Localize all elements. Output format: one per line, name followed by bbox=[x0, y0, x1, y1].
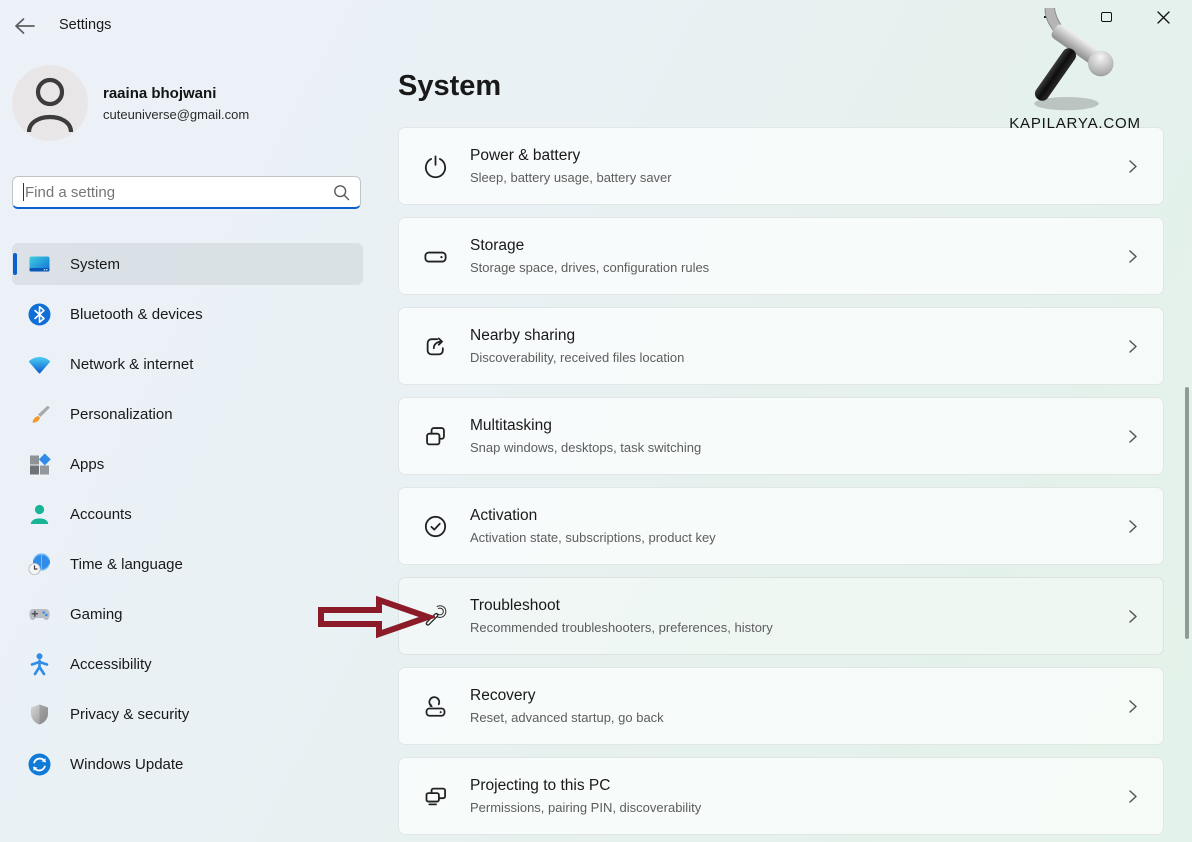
close-icon bbox=[1157, 11, 1170, 24]
setting-row-storage[interactable]: Storage Storage space, drives, configura… bbox=[398, 217, 1164, 295]
power-icon bbox=[422, 153, 449, 180]
troubleshoot-icon bbox=[422, 603, 449, 630]
accounts-icon bbox=[27, 502, 52, 527]
personalization-icon bbox=[27, 402, 52, 427]
sidebar-item-label: Personalization bbox=[70, 406, 173, 423]
minimize-button[interactable] bbox=[1021, 0, 1078, 34]
back-button[interactable] bbox=[13, 16, 37, 36]
setting-title: Activation bbox=[470, 507, 1124, 525]
account-email: cuteuniverse@gmail.com bbox=[103, 107, 249, 122]
maximize-button[interactable] bbox=[1078, 0, 1135, 34]
text-caret bbox=[23, 183, 24, 201]
setting-subtitle: Storage space, drives, configuration rul… bbox=[470, 260, 1124, 275]
chevron-right-icon bbox=[1124, 518, 1141, 535]
close-button[interactable] bbox=[1135, 0, 1192, 34]
chevron-right-icon bbox=[1124, 428, 1141, 445]
account-name: raaina bhojwani bbox=[103, 85, 249, 102]
sidebar-item-apps[interactable]: Apps bbox=[12, 443, 363, 485]
setting-title: Recovery bbox=[470, 687, 1124, 705]
scrollbar-thumb[interactable] bbox=[1185, 387, 1189, 639]
sidebar-item-privacy-security[interactable]: Privacy & security bbox=[12, 693, 363, 735]
selected-indicator bbox=[13, 253, 17, 275]
setting-row-troubleshoot[interactable]: Troubleshoot Recommended troubleshooters… bbox=[398, 577, 1164, 655]
page-title: System bbox=[398, 70, 501, 103]
setting-row-activation[interactable]: Activation Activation state, subscriptio… bbox=[398, 487, 1164, 565]
sidebar-item-label: Accessibility bbox=[70, 656, 152, 673]
chevron-right-icon bbox=[1124, 338, 1141, 355]
maximize-icon bbox=[1101, 12, 1112, 23]
chevron-right-icon bbox=[1124, 248, 1141, 265]
multitasking-icon bbox=[422, 423, 449, 450]
minimize-icon bbox=[1044, 16, 1055, 17]
sidebar-item-personalization[interactable]: Personalization bbox=[12, 393, 363, 435]
setting-title: Troubleshoot bbox=[470, 597, 1124, 615]
account-section[interactable]: raaina bhojwani cuteuniverse@gmail.com bbox=[12, 65, 249, 141]
sidebar-item-label: Accounts bbox=[70, 506, 132, 523]
sidebar-item-system[interactable]: System bbox=[12, 243, 363, 285]
setting-title: Storage bbox=[470, 237, 1124, 255]
setting-title: Multitasking bbox=[470, 417, 1124, 435]
setting-title: Nearby sharing bbox=[470, 327, 1124, 345]
gaming-icon bbox=[27, 602, 52, 627]
sidebar-item-label: Windows Update bbox=[70, 756, 183, 773]
sidebar-item-label: Time & language bbox=[70, 556, 183, 573]
back-arrow-icon bbox=[13, 16, 37, 36]
setting-row-nearby-sharing[interactable]: Nearby sharing Discoverability, received… bbox=[398, 307, 1164, 385]
setting-subtitle: Sleep, battery usage, battery saver bbox=[470, 170, 1124, 185]
setting-subtitle: Activation state, subscriptions, product… bbox=[470, 530, 1124, 545]
setting-subtitle: Permissions, pairing PIN, discoverabilit… bbox=[470, 800, 1124, 815]
search-input[interactable] bbox=[25, 184, 333, 201]
chevron-right-icon bbox=[1124, 608, 1141, 625]
setting-subtitle: Recommended troubleshooters, preferences… bbox=[470, 620, 1124, 635]
sidebar-item-time-language[interactable]: Time & language bbox=[12, 543, 363, 585]
apps-icon bbox=[27, 452, 52, 477]
search-icon bbox=[333, 184, 350, 201]
chevron-right-icon bbox=[1124, 788, 1141, 805]
time-language-icon bbox=[27, 552, 52, 577]
nearby-sharing-icon bbox=[422, 333, 449, 360]
setting-subtitle: Discoverability, received files location bbox=[470, 350, 1124, 365]
setting-row-recovery[interactable]: Recovery Reset, advanced startup, go bac… bbox=[398, 667, 1164, 745]
sidebar-item-network-internet[interactable]: Network & internet bbox=[12, 343, 363, 385]
setting-row-power-battery[interactable]: Power & battery Sleep, battery usage, ba… bbox=[398, 127, 1164, 205]
setting-subtitle: Snap windows, desktops, task switching bbox=[470, 440, 1124, 455]
setting-row-multitasking[interactable]: Multitasking Snap windows, desktops, tas… bbox=[398, 397, 1164, 475]
window-controls bbox=[1021, 0, 1192, 34]
sidebar-item-gaming[interactable]: Gaming bbox=[12, 593, 363, 635]
avatar bbox=[12, 65, 88, 141]
sidebar-item-label: Gaming bbox=[70, 606, 123, 623]
activation-icon bbox=[422, 513, 449, 540]
setting-row-projecting[interactable]: Projecting to this PC Permissions, pairi… bbox=[398, 757, 1164, 835]
sidebar-item-accessibility[interactable]: Accessibility bbox=[12, 643, 363, 685]
windows-update-icon bbox=[27, 752, 52, 777]
search-box[interactable] bbox=[12, 176, 361, 209]
sidebar-item-bluetooth-devices[interactable]: Bluetooth & devices bbox=[12, 293, 363, 335]
privacy-security-icon bbox=[27, 702, 52, 727]
sidebar-nav: System Bluetooth & devices Network & int… bbox=[12, 243, 363, 793]
accessibility-icon bbox=[27, 652, 52, 677]
network-icon bbox=[27, 352, 52, 377]
person-icon bbox=[24, 74, 76, 132]
bluetooth-icon bbox=[27, 302, 52, 327]
sidebar-item-windows-update[interactable]: Windows Update bbox=[12, 743, 363, 785]
system-icon bbox=[27, 252, 52, 277]
window-title: Settings bbox=[59, 17, 111, 33]
storage-icon bbox=[422, 243, 449, 270]
setting-subtitle: Reset, advanced startup, go back bbox=[470, 710, 1124, 725]
recovery-icon bbox=[422, 693, 449, 720]
sidebar-item-label: Apps bbox=[70, 456, 104, 473]
sidebar-item-label: Network & internet bbox=[70, 356, 193, 373]
settings-list: Power & battery Sleep, battery usage, ba… bbox=[398, 127, 1164, 835]
setting-title: Projecting to this PC bbox=[470, 777, 1124, 795]
sidebar-item-label: Bluetooth & devices bbox=[70, 306, 203, 323]
chevron-right-icon bbox=[1124, 158, 1141, 175]
settings-window: Settings bbox=[0, 0, 1192, 842]
chevron-right-icon bbox=[1124, 698, 1141, 715]
sidebar-item-label: System bbox=[70, 256, 120, 273]
sidebar-item-label: Privacy & security bbox=[70, 706, 189, 723]
setting-title: Power & battery bbox=[470, 147, 1124, 165]
projecting-icon bbox=[422, 783, 449, 810]
sidebar-item-accounts[interactable]: Accounts bbox=[12, 493, 363, 535]
